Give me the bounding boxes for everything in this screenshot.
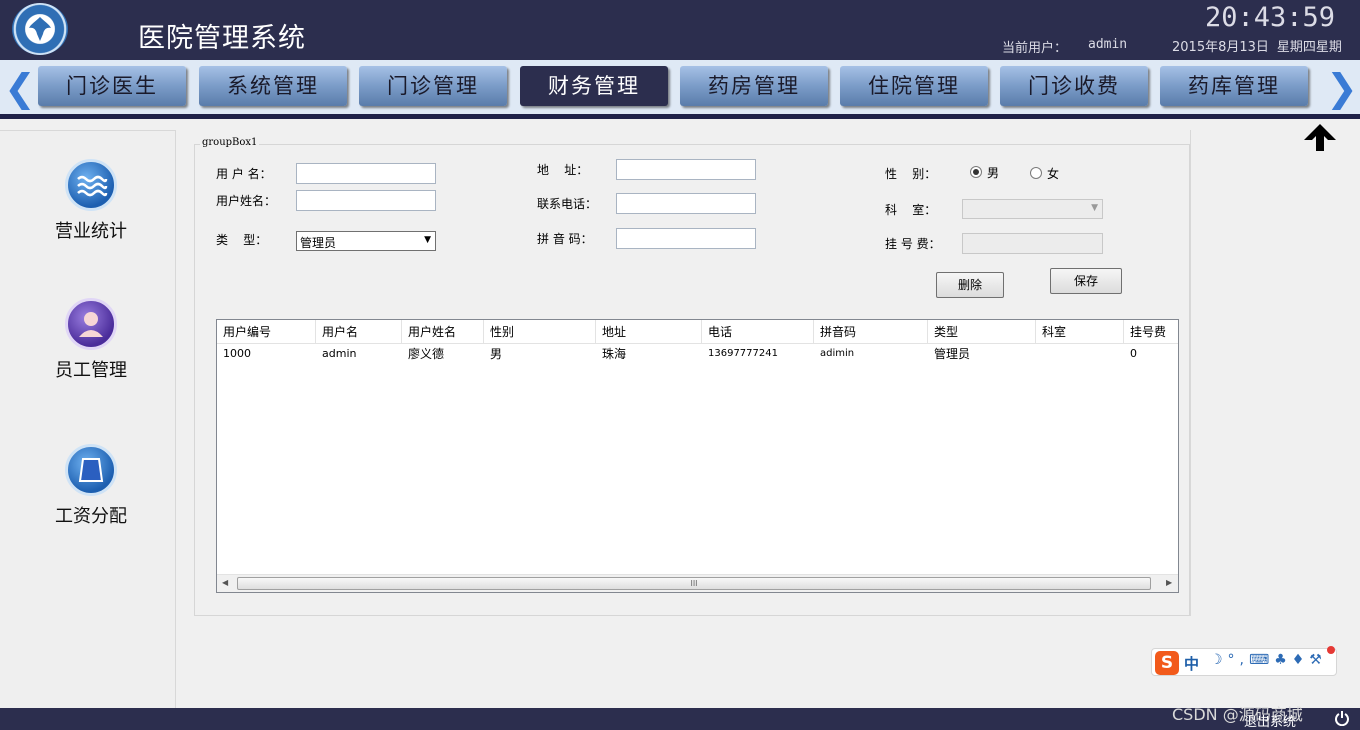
column-header[interactable]: 挂号费 [1124, 320, 1178, 344]
gender-female-radio[interactable] [1030, 167, 1042, 179]
sidebar-item-employee-management[interactable]: 员工管理 [38, 298, 144, 382]
realname-field[interactable] [296, 190, 436, 211]
group-box-title: groupBox1 [200, 137, 260, 148]
table-cell: adimin [820, 348, 855, 359]
tab-finance-management[interactable]: 财务管理 [520, 66, 668, 106]
type-select-value: 管理员 [300, 236, 337, 250]
caret-down-icon: ▼ [424, 235, 431, 245]
tab-outpatient-management[interactable]: 门诊管理 [359, 66, 507, 106]
phone-label: 联系电话： [537, 197, 598, 211]
exit-system-button[interactable]: 退出系统 [1244, 711, 1296, 730]
column-header[interactable]: 地址 [596, 320, 702, 344]
hospital-logo-icon [12, 3, 68, 55]
nav-divider [0, 114, 1360, 119]
registration-fee-field[interactable] [962, 233, 1103, 254]
tab-outpatient-billing[interactable]: 门诊收费 [1000, 66, 1148, 106]
sogou-logo-icon: S [1155, 651, 1179, 675]
table-row[interactable]: 1000 admin 廖义德 男 珠海 13697777241 adimin 管… [217, 345, 1178, 363]
column-header[interactable]: 用户姓名 [402, 320, 484, 344]
column-header[interactable]: 类型 [928, 320, 1036, 344]
table-cell: 廖义德 [408, 347, 445, 361]
column-header[interactable]: 用户编号 [217, 320, 316, 344]
pinyin-label: 拼 音 码： [537, 232, 593, 246]
column-header[interactable]: 性别 [484, 320, 596, 344]
tab-pharmacy-management[interactable]: 药房管理 [680, 66, 828, 106]
address-label: 地 址： [537, 163, 589, 177]
weekday-text: 星期四星期 [1276, 40, 1342, 55]
chevron-right-icon[interactable]: ❯ [1326, 66, 1358, 110]
arrow-up-icon[interactable] [1302, 122, 1338, 152]
scrollbar-thumb[interactable]: III [237, 577, 1151, 590]
table-cell [1036, 345, 1042, 363]
delete-button[interactable]: 删除 [936, 272, 1004, 298]
username-label: 用 户 名： [216, 167, 272, 181]
title-bar: 医院管理系统 20:43:59 当前用户： admin 2015年8月13日 星期… [0, 0, 1360, 60]
registration-fee-label: 挂 号 费： [885, 237, 941, 251]
clock: 20:43:59 [1205, 2, 1336, 33]
sidebar-item-label: 工资分配 [55, 506, 127, 527]
power-icon[interactable] [1334, 710, 1350, 726]
username-field[interactable] [296, 163, 436, 184]
column-header[interactable]: 拼音码 [814, 320, 928, 344]
chevron-left-icon[interactable]: ❮ [4, 66, 36, 110]
type-select[interactable]: 管理员 ▼ [296, 231, 436, 251]
current-user-name: admin [1088, 37, 1128, 52]
current-user-label: 当前用户： [1002, 41, 1068, 56]
module-tab-bar: ❮ 门诊医生 系统管理 门诊管理 财务管理 药房管理 住院管理 门诊收费 药库管… [0, 60, 1360, 114]
sidebar-item-business-stats[interactable]: 营业统计 [38, 159, 144, 243]
waves-icon [65, 159, 117, 211]
user-table[interactable]: 用户编号 用户名 用户姓名 性别 地址 电话 拼音码 类型 科室 挂号费 100… [216, 319, 1179, 593]
date-display: 2015年8月13日 星期四星期 [1172, 36, 1350, 55]
realname-label: 用户姓名： [216, 194, 277, 208]
caret-down-icon: ▼ [1091, 203, 1098, 213]
gender-male-label: 男 [987, 166, 1000, 180]
pinyin-field[interactable] [616, 228, 756, 249]
ime-mode[interactable]: 中 [1184, 653, 1199, 674]
sidebar-item-label: 营业统计 [55, 221, 127, 242]
status-bar [0, 708, 1360, 730]
scroll-left-icon[interactable]: ◀ [222, 578, 228, 587]
panel-divider [1190, 130, 1191, 616]
sidebar-item-label: 员工管理 [55, 360, 127, 381]
ime-tools-icons[interactable]: ☽°,⌨♣♦⚒ [1210, 652, 1327, 668]
type-label: 类 型： [216, 233, 268, 247]
gender-female-label: 女 [1047, 167, 1060, 181]
phone-field[interactable] [616, 193, 756, 214]
gender-male-radio[interactable] [970, 166, 982, 178]
table-cell: 1000 [223, 347, 251, 360]
horizontal-scrollbar[interactable]: ◀ III ▶ [217, 574, 1178, 592]
table-cell: 0 [1130, 347, 1137, 360]
save-button[interactable]: 保存 [1050, 268, 1122, 294]
column-header[interactable]: 科室 [1036, 320, 1124, 344]
sidebar: 营业统计 员工管理 工资分配 [0, 130, 176, 708]
department-select[interactable]: ▼ [962, 199, 1103, 219]
tab-system-management[interactable]: 系统管理 [199, 66, 347, 106]
column-header[interactable]: 电话 [702, 320, 814, 344]
ime-toolbar[interactable]: S 中 ☽°,⌨♣♦⚒ [1151, 646, 1337, 676]
table-header: 用户编号 用户名 用户姓名 性别 地址 电话 拼音码 类型 科室 挂号费 [217, 320, 1178, 344]
app-title: 医院管理系统 [138, 23, 306, 54]
table-cell: 男 [490, 347, 503, 361]
date-text: 2015年8月13日 [1172, 40, 1269, 55]
table-cell: 13697777241 [708, 348, 778, 359]
table-cell: 珠海 [602, 347, 627, 361]
table-cell: 管理员 [934, 347, 971, 361]
sidebar-item-salary-allocation[interactable]: 工资分配 [38, 444, 144, 528]
tab-outpatient-doctor[interactable]: 门诊医生 [38, 66, 186, 106]
tab-drug-storage-management[interactable]: 药库管理 [1160, 66, 1308, 106]
column-header[interactable]: 用户名 [316, 320, 402, 344]
table-cell: admin [322, 347, 357, 360]
address-field[interactable] [616, 159, 756, 180]
scroll-right-icon[interactable]: ▶ [1166, 578, 1172, 587]
notification-dot-icon [1327, 646, 1335, 654]
tab-inpatient-management[interactable]: 住院管理 [840, 66, 988, 106]
person-icon [65, 298, 117, 350]
gender-label: 性 别： [885, 167, 937, 181]
card-icon [65, 444, 117, 496]
department-label: 科 室： [885, 203, 937, 217]
